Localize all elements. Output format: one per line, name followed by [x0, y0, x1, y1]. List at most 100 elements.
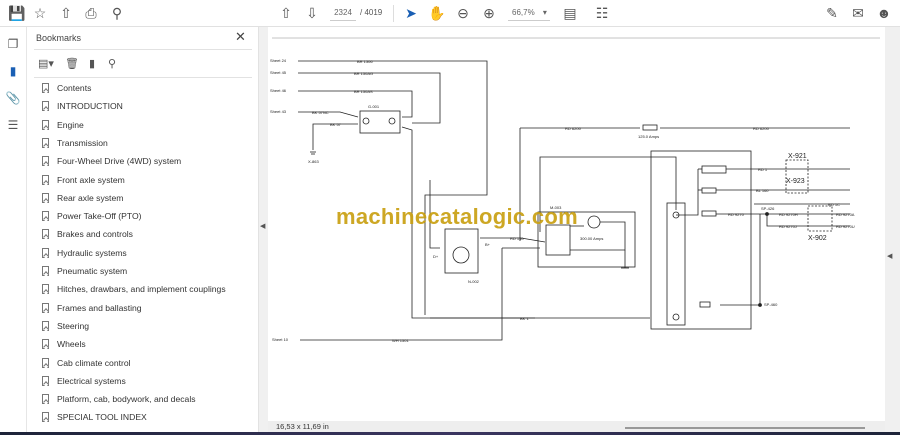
layers-icon[interactable]: ☰ [5, 117, 21, 133]
bookmark-label: Engine [57, 119, 84, 130]
svg-text:RD 6200: RD 6200 [565, 126, 582, 131]
attachment-icon[interactable]: 📎 [5, 90, 21, 106]
bookmark-item[interactable]: Contents [42, 80, 91, 96]
svg-text:X-902: X-902 [808, 235, 827, 242]
bookmark-label: Brakes and controls [57, 229, 133, 240]
bookmark-item[interactable]: Wheels [42, 336, 86, 352]
bookmark-item[interactable]: Power Take-Off (PTO) [42, 208, 142, 224]
bookmark-icon [42, 137, 49, 148]
bookmark-icon [42, 247, 49, 258]
bookmark-label: Cab climate control [57, 357, 131, 368]
bookmark-label: Hydraulic systems [57, 247, 127, 258]
svg-text:RD 9270U: RD 9270U [836, 224, 855, 229]
svg-text:Sheet 46: Sheet 46 [270, 88, 287, 93]
options-menu-icon[interactable]: ▤▾ [35, 55, 57, 71]
zoom-value: 66,7% [512, 8, 535, 17]
horizontal-scrollbar[interactable] [625, 427, 865, 429]
svg-text:BK 57: BK 57 [330, 122, 342, 127]
bookmark-label: Frames and ballasting [57, 302, 142, 313]
svg-text:BK 1: BK 1 [520, 316, 529, 321]
bookmark-icon [42, 119, 49, 130]
find-bookmark-icon[interactable]: ⚲ [104, 55, 120, 71]
svg-text:D+: D+ [433, 254, 439, 259]
svg-text:RD 1C: RD 1C [828, 202, 840, 207]
svg-text:RD 1: RD 1 [758, 167, 768, 172]
zoom-in-icon[interactable]: ⊕ [480, 4, 498, 22]
bookmark-item[interactable]: Frames and ballasting [42, 300, 142, 316]
page-up-icon[interactable]: ⇧ [277, 4, 295, 22]
bookmark-item[interactable]: Four-Wheel Drive (4WD) system [42, 153, 181, 169]
bookmark-icon [42, 266, 49, 276]
bookmark-item[interactable]: Electrical systems [42, 373, 126, 389]
bookmark-item[interactable]: Transmission [42, 135, 108, 151]
divider [34, 49, 252, 50]
bookmark-item[interactable]: Brakes and controls [42, 226, 133, 242]
bookmark-item[interactable]: Front axle system [42, 172, 125, 188]
save-icon[interactable]: 💾 [8, 4, 26, 22]
bookmark-label: Transmission [57, 137, 108, 148]
divider [34, 77, 252, 78]
bookmark-icon [42, 192, 49, 203]
svg-text:BR 150AS: BR 150AS [354, 89, 373, 94]
zoom-select[interactable]: 66,7% ▾ [508, 5, 550, 21]
svg-text:SP-426: SP-426 [761, 206, 775, 211]
mail-icon[interactable]: ✉ [849, 4, 867, 22]
page-number-input[interactable]: 2324 [330, 5, 356, 21]
svg-text:BR 150AG: BR 150AG [354, 71, 373, 76]
add-bookmark-icon[interactable]: ▮ [84, 55, 100, 71]
bookmark-icon [42, 211, 49, 222]
svg-text:Sheet 24: Sheet 24 [270, 58, 287, 63]
bookmark-icon [42, 357, 49, 368]
print-icon[interactable]: ⎙ [82, 4, 100, 22]
sign-icon[interactable]: ✎ [823, 4, 841, 22]
bookmark-star-icon[interactable]: ☆ [31, 4, 49, 22]
scroll-mode-icon[interactable]: ☷ [593, 4, 611, 22]
bookmark-item[interactable]: Hydraulic systems [42, 245, 127, 261]
panel-title: Bookmarks [36, 33, 82, 43]
account-icon[interactable]: ☻ [875, 4, 893, 22]
svg-text:N-002: N-002 [468, 279, 480, 284]
left-tool-rail: ❐ ▮ 📎 ☰ [0, 27, 27, 435]
bookmark-icon [42, 339, 49, 350]
fit-page-icon[interactable]: ▤ [561, 4, 579, 22]
bookmark-item[interactable]: Hitches, drawbars, and implement couplin… [42, 281, 226, 297]
bookmark-item[interactable]: Platform, cab, bodywork, and decals [42, 391, 196, 407]
bookmark-label: Front axle system [57, 174, 125, 185]
bookmark-icon [42, 412, 49, 423]
bookmark-icon [42, 302, 49, 313]
bookmark-item[interactable]: Engine [42, 117, 84, 133]
bookmark-label: Four-Wheel Drive (4WD) system [57, 156, 182, 167]
select-cursor-icon[interactable]: ➤ [402, 4, 420, 22]
bookmark-icon [42, 83, 49, 93]
page-down-icon[interactable]: ⇩ [303, 4, 321, 22]
toolbar-divider [393, 5, 394, 22]
bookmark-item[interactable]: INTRODUCTION [42, 98, 123, 114]
bookmark-item[interactable]: Pneumatic system [42, 263, 127, 279]
bookmarks-icon[interactable]: ▮ [5, 63, 21, 79]
hand-icon[interactable]: ✋ [428, 4, 446, 22]
svg-text:RD 9270H: RD 9270H [779, 212, 798, 217]
collapse-arrow-icon[interactable]: ◀ [260, 222, 265, 230]
bookmark-item[interactable]: SPECIAL TOOL INDEX [42, 409, 147, 425]
pages-icon[interactable]: ❐ [5, 36, 21, 52]
bookmark-icon [42, 284, 49, 295]
svg-text:Sheet 10: Sheet 10 [272, 337, 289, 342]
close-icon[interactable]: ✕ [235, 29, 246, 45]
bookmark-item[interactable]: Cab climate control [42, 355, 131, 371]
vertical-scrollbar[interactable]: ◀ [885, 27, 900, 432]
find-icon[interactable]: ⚲ [108, 4, 126, 22]
bookmark-item[interactable]: Steering [42, 318, 89, 334]
delete-bookmark-icon[interactable]: 🗑 [64, 55, 80, 71]
expand-right-panel-icon[interactable]: ◀ [887, 252, 892, 260]
panel-collapse-bar[interactable]: ◀ [258, 27, 268, 432]
svg-text:BK 57NC: BK 57NC [312, 110, 329, 115]
bookmark-icon [42, 394, 49, 405]
svg-text:RD 9270: RD 9270 [728, 212, 745, 217]
bookmark-item[interactable]: Rear axle system [42, 190, 123, 206]
bookmark-label: Pneumatic system [57, 266, 128, 276]
upload-icon[interactable]: ⇧ [57, 4, 75, 22]
bookmark-icon [42, 101, 49, 112]
svg-text:BR 1306: BR 1306 [357, 59, 373, 64]
zoom-out-icon[interactable]: ⊖ [454, 4, 472, 22]
page-total: / 4019 [360, 8, 383, 17]
